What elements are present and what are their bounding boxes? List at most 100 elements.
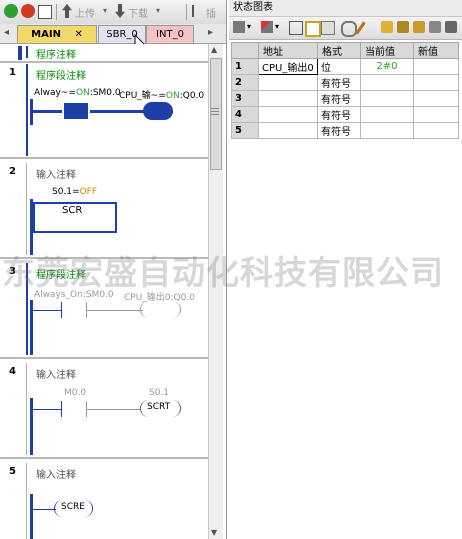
- network-4-coil[interactable]: SCRT: [140, 400, 181, 417]
- status-chart-grid: 地址 格式 当前值 新值 1 CPU_输出0 位 2#0 2 有符号 3 有符号: [231, 42, 459, 139]
- status-chart-toolbar: ▾ ▾: [229, 17, 462, 40]
- network-1-coil[interactable]: [143, 102, 173, 120]
- tab-scroll-left-icon[interactable]: ◂: [4, 27, 9, 38]
- network-4-gutter-bar: [26, 363, 27, 455]
- format-cell[interactable]: 有符号: [317, 106, 361, 123]
- table-row[interactable]: 4 有符号: [231, 106, 459, 123]
- contact-state: ON: [75, 88, 90, 98]
- network-separator: [0, 157, 208, 159]
- pause-icon[interactable]: [321, 21, 335, 35]
- format-cell[interactable]: 有符号: [317, 122, 361, 139]
- network-2-gutter-bar: [26, 163, 27, 255]
- col-header-new[interactable]: 新值: [413, 42, 459, 59]
- format-cell[interactable]: 位: [317, 58, 361, 75]
- scrollbar-thumb[interactable]: [210, 58, 222, 170]
- program-comment-marker: [26, 46, 28, 58]
- scroll-down-icon[interactable]: ▼: [211, 528, 217, 537]
- network-3-comment[interactable]: 程序段注释: [36, 266, 86, 281]
- upload-button[interactable]: 上传: [75, 5, 95, 20]
- network-3-coil[interactable]: [140, 301, 181, 318]
- network-1-contact[interactable]: [62, 103, 90, 119]
- tab-main[interactable]: MAIN ✕: [17, 25, 97, 43]
- network-4-comment[interactable]: 输入注释: [36, 366, 76, 381]
- download-icon[interactable]: [115, 4, 125, 18]
- network-2-comment[interactable]: 输入注释: [36, 166, 76, 181]
- trend-view-icon[interactable]: [305, 21, 321, 37]
- current-value-cell: [360, 106, 414, 123]
- glasses-icon[interactable]: [341, 21, 357, 37]
- variable-name: S0.1: [52, 187, 73, 197]
- new-value-cell[interactable]: [413, 58, 459, 75]
- delete-dropdown-icon[interactable]: ▾: [275, 22, 279, 31]
- insert-button[interactable]: 插: [206, 5, 216, 20]
- row-number[interactable]: 5: [231, 122, 259, 139]
- toolbar-separator: [186, 4, 187, 20]
- compile-icon[interactable]: [38, 5, 52, 19]
- network-2-scr-box[interactable]: SCR: [33, 202, 117, 233]
- delete-row-icon[interactable]: [261, 21, 273, 33]
- read-all-forced-icon[interactable]: [445, 21, 457, 33]
- new-value-cell[interactable]: [413, 74, 459, 91]
- network-4-contact-left[interactable]: [61, 401, 62, 417]
- tab-scroll-right-icon[interactable]: ▸: [208, 27, 213, 38]
- new-value-cell[interactable]: [413, 122, 459, 139]
- unlock-icon[interactable]: [397, 21, 409, 33]
- network-5-comment[interactable]: 输入注释: [36, 466, 76, 481]
- row-number[interactable]: 2: [231, 74, 259, 91]
- col-header-rownum: [231, 42, 259, 59]
- network-4-number: 4: [9, 366, 16, 377]
- network-4-coil-text: SCRT: [147, 402, 171, 412]
- address-cell[interactable]: CPU_输出0: [258, 58, 318, 75]
- chart-view-icon[interactable]: [289, 21, 303, 35]
- network-1-comment[interactable]: 程序段注释: [36, 67, 86, 82]
- network-1-number: 1: [9, 67, 16, 78]
- add-row-dropdown-icon[interactable]: ▾: [247, 22, 251, 31]
- new-value-cell[interactable]: [413, 106, 459, 123]
- pou-tab-bar: ◂ MAIN ✕ SBR_0 INT_0 ▸: [0, 24, 226, 44]
- force-icon[interactable]: [413, 21, 425, 33]
- address-cell[interactable]: [258, 122, 318, 139]
- upload-icon[interactable]: [62, 4, 72, 18]
- run-icon[interactable]: [4, 4, 18, 18]
- table-row[interactable]: 5 有符号: [231, 122, 459, 139]
- col-header-current[interactable]: 当前值: [360, 42, 414, 59]
- insert-icon[interactable]: [192, 5, 205, 17]
- scroll-up-icon[interactable]: ▲: [211, 45, 217, 54]
- row-number[interactable]: 1: [231, 58, 259, 75]
- network-separator: [0, 357, 208, 359]
- network-5-gutter-bar: [26, 463, 27, 539]
- tab-int0[interactable]: INT_0: [146, 25, 194, 43]
- unforce-icon[interactable]: [429, 21, 441, 33]
- table-row[interactable]: 1 CPU_输出0 位 2#0: [231, 58, 459, 75]
- format-cell[interactable]: 有符号: [317, 74, 361, 91]
- program-comment[interactable]: 程序注释: [36, 46, 76, 61]
- coil-state: ON: [165, 91, 180, 101]
- col-header-address[interactable]: 地址: [258, 42, 318, 59]
- address-cell[interactable]: [258, 74, 318, 91]
- format-cell[interactable]: 有符号: [317, 90, 361, 107]
- lock-icon[interactable]: [381, 21, 393, 33]
- network-5-power-rail: [30, 494, 33, 539]
- network-5-coil[interactable]: SCRE: [54, 500, 93, 517]
- variable-equals: =: [72, 187, 80, 197]
- new-value-cell[interactable]: [413, 90, 459, 107]
- close-icon[interactable]: ✕: [74, 29, 82, 40]
- download-dropdown-icon[interactable]: ▾: [156, 6, 160, 15]
- network-3-gutter-bar: [26, 263, 28, 355]
- row-number[interactable]: 3: [231, 90, 259, 107]
- row-number[interactable]: 4: [231, 106, 259, 123]
- current-value-cell: 2#0: [360, 58, 414, 75]
- network-1-contact-label: Alway~=ON:SM0.0: [34, 88, 121, 98]
- table-row[interactable]: 2 有符号: [231, 74, 459, 91]
- download-button[interactable]: 下载: [128, 5, 148, 20]
- scr-box-label: SCR: [62, 205, 83, 216]
- col-header-format[interactable]: 格式: [317, 42, 361, 59]
- address-cell[interactable]: [258, 90, 318, 107]
- upload-dropdown-icon[interactable]: ▾: [103, 6, 107, 15]
- stop-icon[interactable]: [21, 4, 35, 18]
- contact-address: :SM0.0: [89, 88, 121, 98]
- network-3-contact-left[interactable]: [61, 302, 62, 318]
- address-cell[interactable]: [258, 106, 318, 123]
- table-row[interactable]: 3 有符号: [231, 90, 459, 107]
- add-row-icon[interactable]: [233, 21, 245, 33]
